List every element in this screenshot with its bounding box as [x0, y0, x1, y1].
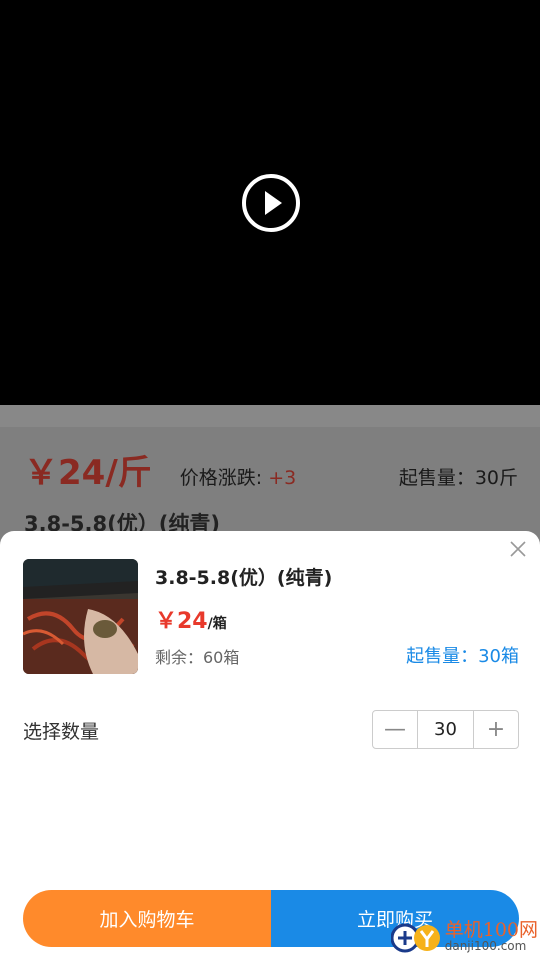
sheet-price-value: ￥24 — [155, 609, 208, 634]
quantity-stepper: — 30 + — [372, 710, 519, 749]
watermark-en: danji100.com — [444, 938, 527, 953]
play-icon[interactable] — [241, 173, 301, 233]
stock-remaining: 剩余：60箱 — [155, 648, 240, 667]
page-top-strip — [0, 405, 540, 427]
quantity-input[interactable]: 30 — [417, 711, 474, 748]
watermark-cn: 单机100网 — [444, 918, 538, 941]
quantity-label: 选择数量 — [23, 721, 100, 743]
add-to-cart-button[interactable]: 加入购物车 — [23, 890, 271, 947]
product-thumbnail — [23, 559, 138, 674]
price-change: 价格涨跌: +3 — [180, 463, 296, 490]
product-price: ￥24/斤 — [24, 453, 152, 493]
min-sale-quantity: 起售量：30斤 — [398, 467, 518, 489]
increment-button[interactable]: + — [474, 711, 518, 748]
sheet-min-sale: 起售量：30箱 — [406, 646, 519, 667]
watermark-logo-icon — [390, 916, 441, 956]
sheet-product-title: 3.8-5.8(优）(纯青) — [155, 567, 333, 589]
decrement-button[interactable]: — — [373, 711, 417, 748]
sheet-price: ￥24/箱 — [155, 603, 227, 635]
watermark: 单机100网 danji100.com — [390, 916, 538, 956]
price-change-label: 价格涨跌: — [179, 467, 263, 489]
price-row: ￥24/斤 价格涨跌: +3 起售量：30斤 — [24, 445, 518, 494]
sheet-price-unit: /箱 — [207, 616, 227, 632]
watermark-text: 单机100网 danji100.com — [444, 918, 538, 953]
quantity-sheet: 3.8-5.8(优）(纯青) ￥24/箱 剩余：60箱 起售量：30箱 选择数量… — [0, 531, 540, 960]
close-icon[interactable] — [508, 539, 528, 559]
video-player[interactable] — [0, 0, 540, 405]
price-change-value: +3 — [268, 467, 297, 489]
